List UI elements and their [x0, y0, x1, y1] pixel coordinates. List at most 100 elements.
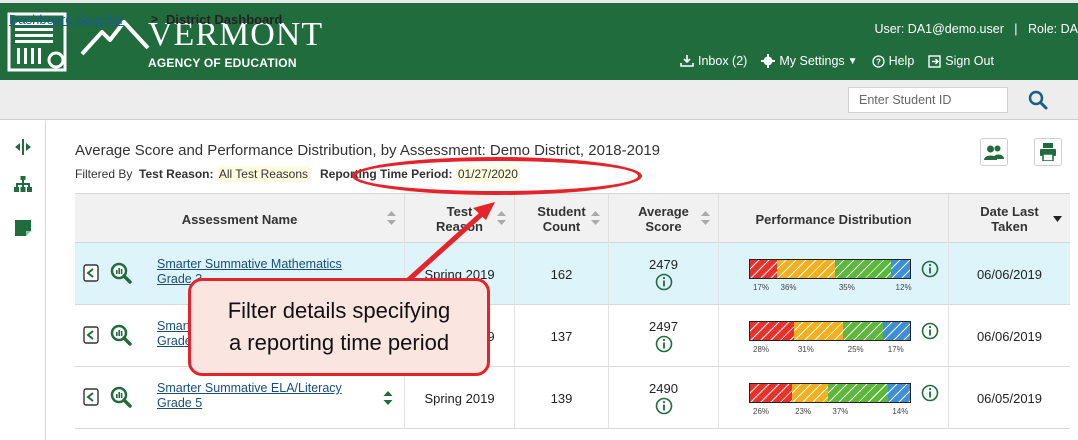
- student-count-cell: 137: [515, 305, 609, 367]
- date-cell: 06/05/2019: [976, 390, 1043, 406]
- breadcrumb-dashboard-selector[interactable]: Dashboard Selector: [9, 12, 124, 27]
- report-title: Average Score and Performance Distributi…: [75, 142, 660, 159]
- column-label: Average Score: [638, 204, 689, 234]
- sort-icon[interactable]: [497, 211, 506, 225]
- average-score-cell: 2479: [609, 243, 719, 305]
- distribution-segment: [887, 384, 910, 402]
- sign-out-link[interactable]: Sign Out: [928, 54, 994, 68]
- sign-out-icon: [928, 54, 941, 68]
- column-date-last-taken[interactable]: Date Last Taken: [949, 194, 1070, 244]
- filter-test-reason-value: All Test Reasons: [216, 166, 310, 182]
- distribution-segment: [843, 322, 884, 340]
- distribution-segment: [890, 260, 910, 278]
- report-icon[interactable]: [83, 388, 99, 406]
- average-score-cell: 2497: [609, 305, 719, 367]
- distribution-bar[interactable]: [749, 383, 911, 403]
- distribution-percent: 35%: [838, 283, 855, 292]
- filter-prefix: Filtered By: [75, 167, 133, 181]
- assessment-name-line2: Grade 5: [157, 396, 203, 410]
- role-label: Role: DA: [1027, 22, 1078, 36]
- column-label: Test Reason: [436, 204, 483, 234]
- magnifier-icon[interactable]: [110, 262, 132, 284]
- header-nav: Inbox (2) My Settings ▼ ? Help Sign Out: [680, 54, 1008, 68]
- left-rail: [0, 121, 46, 440]
- app-header: VERMONT AGENCY OF EDUCATION User: DA1@de…: [0, 0, 1078, 80]
- students-icon: [984, 145, 1004, 160]
- assessment-name-line1: Smarter Summative Mathematics: [157, 257, 342, 271]
- distribution-percent: 28%: [753, 345, 770, 354]
- student-count-cell: 139: [515, 367, 609, 429]
- distribution-percent: 25%: [847, 345, 864, 354]
- assessment-name-link[interactable]: Smarter Summative ELA/Literacy Grade 5: [157, 381, 342, 411]
- assessment-name-line1: Smarter Summative ELA/Literacy: [157, 381, 342, 395]
- table-header: Assessment Name Test Reason Student Coun…: [75, 193, 1070, 244]
- average-score-value: 2490: [649, 381, 678, 396]
- distribution-segment: [883, 322, 910, 340]
- info-icon[interactable]: [921, 260, 939, 278]
- user-separator: |: [1007, 22, 1025, 36]
- column-assessment-name[interactable]: Assessment Name: [75, 194, 405, 244]
- column-performance-distribution: Performance Distribution: [719, 194, 949, 244]
- distribution-percent: 26%: [753, 407, 770, 416]
- chevron-down-icon: ▼: [847, 55, 858, 67]
- info-icon[interactable]: [655, 273, 673, 291]
- sort-desc-icon[interactable]: [1053, 211, 1062, 225]
- info-icon[interactable]: [655, 397, 673, 415]
- help-label: Help: [888, 54, 915, 68]
- my-settings-label: My Settings: [779, 54, 845, 68]
- info-icon[interactable]: [921, 384, 939, 402]
- report-icon[interactable]: [83, 264, 99, 282]
- callout-line1: Filter details specifying: [227, 298, 451, 323]
- column-student-count[interactable]: Student Count: [515, 194, 609, 244]
- distribution-bar[interactable]: [749, 321, 911, 341]
- callout-highlight-ellipse: [352, 157, 642, 195]
- distribution-percent: 37%: [832, 407, 849, 416]
- brand-subtitle: AGENCY OF EDUCATION: [148, 56, 297, 70]
- inbox-link[interactable]: Inbox (2): [680, 54, 747, 68]
- students-button[interactable]: [980, 138, 1008, 166]
- table-row: Smarter Summative ELA/Literacy Grade 5 S…: [75, 367, 1070, 429]
- expand-collapse-button[interactable]: [14, 138, 32, 156]
- date-cell: 06/06/2019: [976, 266, 1043, 282]
- average-score-value: 2497: [649, 319, 678, 334]
- report-icon[interactable]: [83, 326, 99, 344]
- sort-icon[interactable]: [591, 211, 600, 225]
- note-button[interactable]: [14, 219, 32, 237]
- distribution-percent: 17%: [887, 345, 904, 354]
- test-reason-cell: Spring 2019: [405, 367, 515, 429]
- callout-line2: a reporting time period: [228, 330, 450, 355]
- student-id-input[interactable]: [848, 87, 1008, 113]
- average-score-cell: 2490: [609, 367, 719, 429]
- info-icon[interactable]: [921, 322, 939, 340]
- header-top-line: [0, 0, 1078, 3]
- help-link[interactable]: ? Help: [871, 54, 915, 68]
- average-score-value: 2479: [649, 257, 678, 272]
- magnifier-icon[interactable]: [110, 324, 132, 346]
- column-label: Student Count: [537, 204, 586, 234]
- column-test-reason[interactable]: Test Reason: [405, 194, 515, 244]
- row-sort-handle-icon[interactable]: [382, 391, 394, 405]
- assessment-cell: Smarter Summative ELA/Literacy Grade 5: [75, 367, 405, 429]
- distribution-percent: 12%: [895, 283, 912, 292]
- expand-collapse-icon: [15, 139, 31, 155]
- inbox-label: Inbox (2): [698, 54, 748, 68]
- distribution-bar[interactable]: [749, 259, 911, 279]
- info-icon[interactable]: [655, 335, 673, 353]
- student-count-cell: 162: [515, 243, 609, 305]
- search-button[interactable]: [1026, 88, 1050, 112]
- column-average-score[interactable]: Average Score: [609, 194, 719, 244]
- magnifier-icon[interactable]: [110, 386, 132, 408]
- print-button[interactable]: [1034, 138, 1062, 166]
- sort-icon[interactable]: [387, 211, 396, 225]
- sort-icon[interactable]: [701, 211, 710, 225]
- user-info: User: DA1@demo.user | Role: DA: [874, 22, 1078, 36]
- print-icon: [1040, 143, 1056, 161]
- help-icon: ?: [871, 54, 885, 68]
- distribution-labels: 28% 31% 25% 17%: [751, 345, 913, 355]
- breadcrumb-separator: >: [151, 12, 159, 26]
- my-settings-menu[interactable]: My Settings ▼: [761, 54, 858, 68]
- callout-note: Filter details specifying a reporting ti…: [188, 278, 490, 376]
- user-label: User: DA1@demo.user: [874, 22, 1004, 36]
- distribution-labels: 17% 36% 35% 12%: [751, 283, 913, 293]
- hierarchy-button[interactable]: [14, 175, 32, 193]
